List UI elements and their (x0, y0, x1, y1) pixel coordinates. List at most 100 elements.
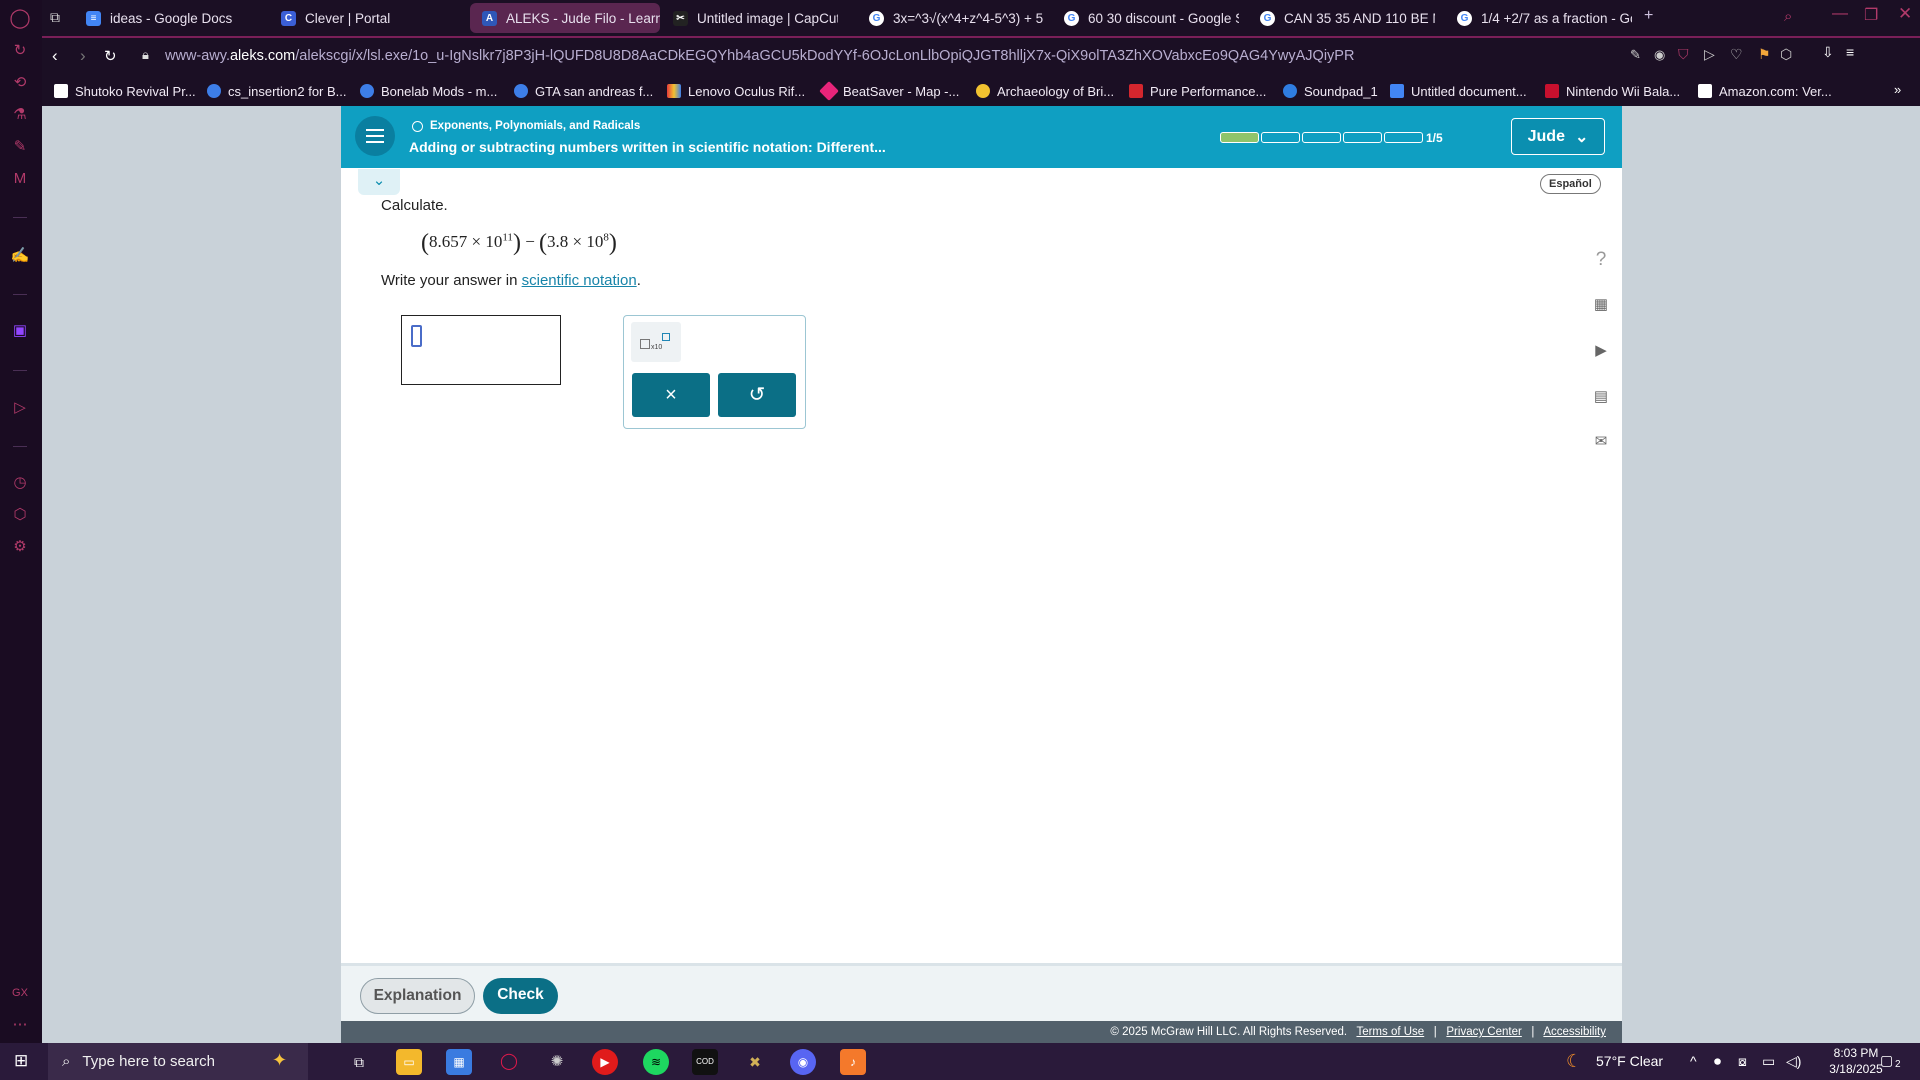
search-tabs-icon[interactable]: ⌕ (1784, 8, 1792, 25)
opera-logo-icon[interactable]: ◯ (9, 8, 31, 30)
bookmark-item[interactable]: cs_insertion2 for B... (207, 81, 347, 101)
answer-cursor[interactable] (411, 325, 422, 347)
answer-input[interactable] (401, 315, 561, 385)
workspaces-icon[interactable]: ⧉ (50, 9, 60, 26)
file-explorer-icon[interactable]: ▭ (396, 1049, 422, 1075)
opera-gx-icon[interactable]: ◯ (496, 1049, 522, 1075)
discord-icon[interactable]: ◉ (790, 1049, 816, 1075)
settings-icon[interactable]: ⚙ (9, 536, 31, 558)
task-view-icon[interactable]: ⧉ (346, 1049, 372, 1075)
notifications-icon[interactable]: ▢ (1880, 1052, 1893, 1069)
send-icon[interactable]: ▷ (1704, 46, 1715, 63)
terms-link[interactable]: Terms of Use (1356, 1026, 1424, 1038)
reload-icon[interactable]: ↻ (104, 47, 117, 65)
url-field[interactable]: www-awy.aleks.com/alekscgi/x/lsl.exe/1o_… (165, 48, 1354, 64)
windows-start-icon[interactable]: ⊞ (14, 1051, 28, 1071)
tab-label: 60 30 discount - Google S (1088, 10, 1239, 26)
bookmark-item[interactable]: Amazon.com: Ver... (1698, 81, 1832, 101)
close-icon[interactable]: ✕ (1898, 4, 1912, 24)
game-icon[interactable]: ✖ (742, 1049, 768, 1075)
extensions-icon[interactable]: ⬡ (9, 504, 31, 526)
twitch-icon[interactable]: ▣ (9, 320, 31, 342)
scientific-notation-link[interactable]: scientific notation (522, 272, 637, 289)
tab-google-search[interactable]: G 3x=^3√(x^4+z^4-5^3) + 5 (869, 3, 1044, 33)
help-icon[interactable]: ? (1581, 242, 1621, 278)
bookmark-item[interactable]: Pure Performance... (1129, 81, 1266, 101)
accessibility-link[interactable]: Accessibility (1543, 1026, 1606, 1038)
minimize-icon[interactable]: — (1832, 5, 1848, 23)
restore-icon[interactable]: ❐ (1864, 5, 1878, 25)
collapse-header-button[interactable]: ⌄ (358, 169, 400, 195)
tab-google-search[interactable]: G 60 30 discount - Google S (1064, 3, 1239, 33)
bookmark-label: Bonelab Mods - m... (381, 83, 498, 99)
language-button[interactable]: Español (1540, 174, 1601, 194)
clock-icon[interactable]: ◷ (9, 472, 31, 494)
user-menu-button[interactable]: Jude ⌄ (1511, 118, 1605, 155)
tab-google-docs[interactable]: ≡ ideas - Google Docs (86, 3, 266, 33)
menu-icon[interactable]: ≡ (1846, 44, 1854, 60)
tab-aleks[interactable]: A ALEKS - Jude Filo - Learn (470, 3, 660, 33)
textbook-icon[interactable]: ▤ (1581, 379, 1621, 415)
more-icon[interactable]: ⋯ (9, 1014, 31, 1036)
bookmark-item[interactable]: BeatSaver - Map -... (819, 81, 960, 101)
bookmark-label: BeatSaver - Map -... (843, 83, 960, 99)
bookmark-item[interactable]: Lenovo Oculus Rif... (667, 81, 805, 101)
bookmark-item[interactable]: Shutoko Revival Pr... (54, 81, 196, 101)
mail-icon[interactable]: M (9, 168, 31, 190)
camera-icon[interactable]: ⧇ (1738, 1053, 1747, 1070)
youtube-icon[interactable]: ▶ (592, 1049, 618, 1075)
pinboard-icon[interactable]: ✍ (9, 245, 31, 267)
edit-icon[interactable]: ✎ (1630, 47, 1641, 63)
tab-google-search[interactable]: G 1/4 +2/7 as a fraction - Go (1457, 3, 1632, 33)
volume-icon[interactable]: ◁) (1786, 1053, 1801, 1070)
taskbar-search[interactable]: ⌕ Type here to search ✦ (48, 1043, 308, 1080)
bookmark-item[interactable]: Archaeology of Bri... (976, 81, 1114, 101)
bookmark-item[interactable]: Soundpad_1 (1283, 81, 1378, 101)
extension-icon[interactable]: ⚑ (1758, 46, 1771, 63)
privacy-link[interactable]: Privacy Center (1446, 1026, 1521, 1038)
call-of-duty-icon[interactable]: COD (692, 1049, 718, 1075)
camera-icon[interactable]: ◉ (1654, 47, 1665, 63)
tab-capcut[interactable]: ✂ Untitled image | CapCut (673, 3, 838, 33)
scientific-notation-key[interactable]: x10 (631, 322, 681, 362)
aria-icon[interactable]: ↻ (9, 40, 31, 62)
calculator-icon[interactable]: ▦ (1581, 287, 1621, 323)
url-prefix: www-awy. (165, 48, 230, 64)
tab-clever[interactable]: C Clever | Portal (281, 3, 431, 33)
player-icon[interactable]: ▷ (9, 397, 31, 419)
network-icon[interactable]: ▭ (1762, 1053, 1775, 1070)
tab-google-search[interactable]: G CAN 35 35 AND 110 BE ME (1260, 3, 1435, 33)
bookmark-item[interactable]: Nintendo Wii Bala... (1545, 81, 1680, 101)
video-icon[interactable]: ▶ (1581, 333, 1621, 369)
menu-button[interactable] (355, 116, 395, 156)
vpn-icon[interactable]: ⛉ (1678, 46, 1689, 63)
heart-icon[interactable]: ♡ (1730, 46, 1743, 63)
spotify-icon[interactable]: ≋ (643, 1049, 669, 1075)
new-tab-button[interactable]: + (1644, 7, 1653, 25)
weather-text[interactable]: 57°F Clear (1596, 1053, 1663, 1069)
check-button[interactable]: Check (483, 978, 558, 1014)
gx-icon[interactable]: GX (9, 982, 31, 1004)
clear-button[interactable]: × (632, 373, 710, 417)
app-icon[interactable]: ✺ (544, 1049, 570, 1075)
crypto-wallet-icon[interactable]: ⚗ (9, 104, 31, 126)
microphone-icon[interactable]: ⏺ (1714, 1053, 1721, 1070)
bookmark-item[interactable]: Untitled document... (1390, 81, 1527, 101)
fl-studio-icon[interactable]: ♪ (840, 1049, 866, 1075)
message-icon[interactable]: ✉ (1581, 424, 1621, 460)
explanation-button[interactable]: Explanation (360, 978, 475, 1014)
cube-icon[interactable]: ⬡ (1780, 46, 1792, 63)
more-bookmarks-icon[interactable]: » (1894, 82, 1901, 97)
history-icon[interactable]: ⟲ (9, 72, 31, 94)
bookmark-item[interactable]: GTA san andreas f... (514, 81, 653, 101)
download-icon[interactable]: ⇩ (1822, 44, 1834, 61)
store-icon[interactable]: ▦ (446, 1049, 472, 1075)
progress-segment (1261, 132, 1300, 143)
bookmark-item[interactable]: Bonelab Mods - m... (360, 81, 497, 101)
undo-button[interactable]: ↺ (718, 373, 796, 417)
search-icon: ⌕ (62, 1053, 71, 1070)
back-icon[interactable]: ‹ (52, 46, 58, 66)
forward-icon[interactable]: › (80, 46, 86, 66)
chevron-up-icon[interactable]: ^ (1690, 1053, 1697, 1069)
flow-icon[interactable]: ✎ (9, 136, 31, 158)
